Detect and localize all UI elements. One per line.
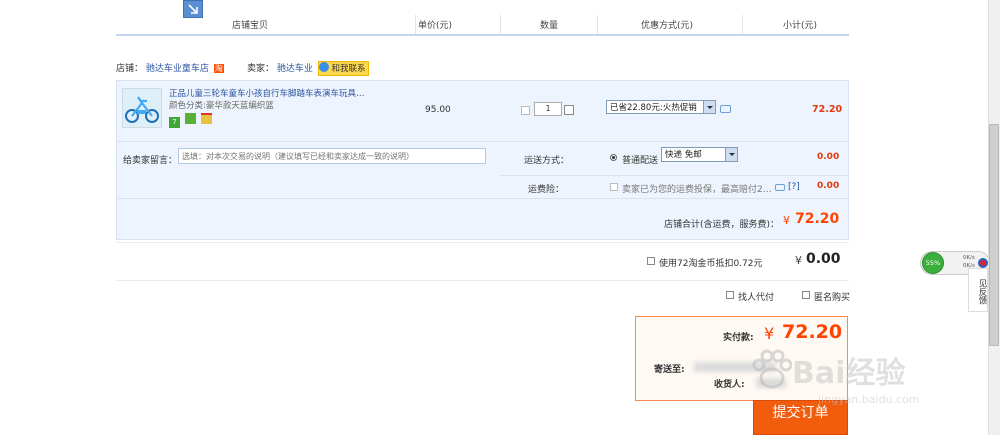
- shop-total-amount: 72.20: [795, 211, 840, 227]
- header-subtotal: 小计(元): [783, 21, 818, 31]
- agent-pay-checkbox[interactable]: [726, 291, 734, 299]
- coins-amount: 0.00: [806, 251, 841, 267]
- shop-label: 店铺：: [116, 64, 144, 74]
- product-thumbnail[interactable]: [122, 88, 162, 128]
- header-discount: 优惠方式(元): [641, 21, 694, 31]
- insurance-checkbox: [610, 183, 618, 191]
- receiver-name-blurred: [756, 378, 786, 388]
- submit-order-button[interactable]: 提交订单: [753, 400, 848, 435]
- feedback-label: 见反馈: [977, 279, 987, 305]
- message-input[interactable]: [178, 148, 486, 164]
- header-divider-3: [597, 15, 598, 34]
- insurance-help-link[interactable]: [?]: [788, 182, 800, 192]
- service-badges: 7: [169, 113, 212, 128]
- insurance-amount: 0.00: [817, 181, 840, 191]
- seller-name-link[interactable]: 驰达车业: [277, 64, 313, 74]
- insurance-label: 运费险：: [528, 185, 565, 195]
- ship-to-address-blurred: [694, 362, 776, 372]
- total-divider: [117, 198, 848, 199]
- seller-row: 卖家： 驰达车业 和我联系: [247, 61, 369, 76]
- upload-speed: 0K/s: [963, 255, 975, 261]
- header-shop-item: 店铺宝贝: [232, 21, 269, 31]
- header-divider-1: [415, 15, 416, 34]
- shop-total-label: 店铺合计(含运费，服务费)：: [664, 220, 780, 230]
- shop-name-link[interactable]: 驰达车业童车店: [146, 64, 209, 74]
- header-quantity: 数量: [540, 21, 559, 31]
- speed-percent: 55%: [925, 259, 941, 267]
- seven-day-return-icon: 7: [169, 117, 180, 128]
- service-divider: [500, 175, 848, 176]
- message-label: 给卖家留言：: [123, 156, 178, 166]
- discount-select[interactable]: 已省22.80元:火热促销: [606, 100, 716, 114]
- pay-amount: 72.20: [782, 321, 843, 343]
- coins-label: 使用72淘金币抵扣0.72元: [659, 259, 763, 269]
- item-subtotal: 72.20: [812, 104, 843, 115]
- guarantee-icon: [184, 113, 196, 124]
- quantity-decrease-button[interactable]: [521, 106, 530, 115]
- shipping-option-label: 普通配送: [622, 156, 659, 166]
- header-divider-4: [742, 15, 743, 34]
- agent-pay-label: 找人代付: [738, 293, 775, 303]
- header-divider-2: [500, 15, 501, 34]
- browser-icon: [978, 258, 988, 268]
- seller-label: 卖家：: [247, 64, 275, 74]
- anonymous-label: 匿名购买: [814, 293, 851, 303]
- shipping-select[interactable]: 快递 免邮: [661, 147, 738, 162]
- chevron-down-icon: [703, 101, 715, 113]
- shipping-label: 运送方式：: [524, 156, 570, 166]
- comment-icon[interactable]: [720, 105, 731, 113]
- header-underline: [116, 34, 849, 36]
- speed-percent-circle: 55%: [922, 252, 944, 274]
- receiver-label: 收货人:: [714, 380, 745, 390]
- product-variant: 颜色分类:豪华款天蓝编织篮: [169, 101, 274, 111]
- discount-select-value: 已省22.80元:火热促销: [610, 103, 697, 113]
- submit-order-label: 提交订单: [772, 405, 829, 421]
- pay-currency: ¥: [764, 324, 775, 343]
- item-row-divider: [117, 141, 848, 142]
- shop-tao-badge: 淘: [213, 64, 224, 73]
- scrollbar-thumb[interactable]: [989, 124, 999, 346]
- contact-label: 和我联系: [331, 64, 366, 74]
- invoice-icon: [200, 113, 212, 124]
- feedback-tab[interactable]: 见反馈: [968, 268, 988, 312]
- coins-divider-top: [116, 242, 849, 243]
- shop-total-currency: ¥: [783, 214, 790, 227]
- wangwang-icon: [318, 62, 329, 72]
- product-title-link[interactable]: 正品儿童三轮车童车小孩自行车脚踏车表演车玩具…: [169, 87, 389, 99]
- shipping-amount: 0.00: [817, 152, 840, 162]
- contact-button[interactable]: 和我联系: [317, 61, 369, 76]
- shipping-select-value: 快递 免邮: [665, 150, 702, 160]
- item-price: 95.00: [425, 105, 451, 115]
- quantity-input[interactable]: 1: [534, 102, 562, 116]
- header-price: 单价(元): [418, 21, 453, 31]
- chevron-down-icon: [725, 148, 737, 161]
- pay-label: 实付款:: [723, 333, 754, 343]
- ship-to-label: 寄送至:: [654, 365, 685, 375]
- coins-checkbox[interactable]: [647, 257, 655, 265]
- shipping-radio[interactable]: [610, 154, 617, 161]
- quantity-increase-button[interactable]: [564, 105, 574, 115]
- anonymous-checkbox[interactable]: [802, 291, 810, 299]
- insurance-comment-icon[interactable]: [775, 184, 785, 191]
- coins-divider-bottom: [116, 280, 849, 281]
- expand-icon[interactable]: [183, 0, 203, 18]
- insurance-text: 卖家已为您的运费投保，最高赔付2…: [622, 185, 772, 195]
- coins-currency: ¥: [795, 254, 802, 267]
